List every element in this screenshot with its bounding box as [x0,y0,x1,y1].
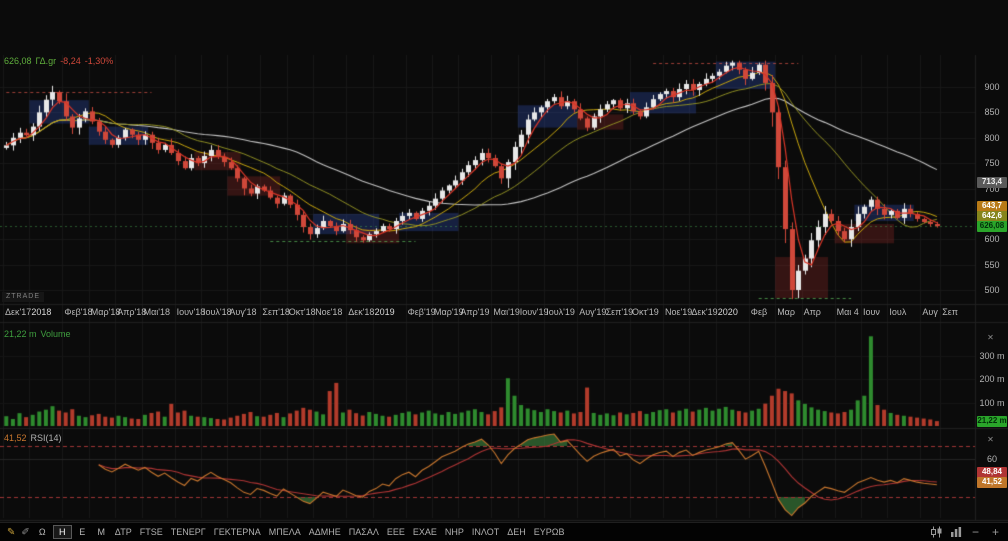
volume-legend: 21,22 m Volume [4,329,75,339]
rsi-legend: 41,52 RSI(14) [4,433,62,443]
timeframe-button-Η[interactable]: Η [52,525,72,539]
volume-value: 21,22 m [4,329,37,339]
bar-chart-icon[interactable] [950,526,962,538]
symbol-legend: 626,08 ΓΔ.gr -8,24 -1,30% [4,56,117,66]
bottom-toolbar: ✎ ✐ Ω Η Ε Μ ΔΤΡ FTSE ΤΕΝΕΡΓ ΓΕΚΤΕΡΝΑ ΜΠΕΛΑ ΑΔΜΗΕ ΠΑΣ… [0,522,1008,541]
symbol-name: ΓΔ.gr [35,56,57,66]
rsi-label: RSI(14) [30,433,62,443]
symbol-button-ΜΠΕΛΑ[interactable]: ΜΠΕΛΑ [265,526,305,538]
rsi-pane-close-button[interactable]: ✕ [985,434,996,445]
symbol-button-FTSE[interactable]: FTSE [136,526,167,538]
rsi-value: 41,52 [4,433,27,443]
timeframe-button-Μ[interactable]: Μ [93,526,110,538]
candlestick-chart-icon[interactable] [930,526,943,538]
symbol-button-ΕΧΑΕ[interactable]: ΕΧΑΕ [409,526,441,538]
chart-canvas[interactable] [0,0,1008,522]
toolbar-right-group: − + [930,525,1004,539]
marker-icon[interactable]: ✐ [21,527,29,538]
symbol-button-ΔΕΗ[interactable]: ΔΕΗ [503,526,530,538]
price-change-pct: -1,30% [84,56,114,66]
close-icon: ✕ [987,435,994,444]
close-icon: ✕ [987,333,994,342]
symbol-button-ΠΑΣΑΛ[interactable]: ΠΑΣΑΛ [345,526,383,538]
zoom-in-button[interactable]: + [989,525,1002,539]
trading-app: ≡ ✎ 900850800750700650600550500300 m200 … [0,0,1008,541]
zoom-out-button[interactable]: − [969,525,982,539]
symbol-button-ΓΕΚΤΕΡΝΑ[interactable]: ΓΕΚΤΕΡΝΑ [210,526,265,538]
timeframe-button-Ε[interactable]: Ε [74,526,91,538]
symbol-button-ΑΔΜΗΕ[interactable]: ΑΔΜΗΕ [305,526,345,538]
volume-pane-close-button[interactable]: ✕ [985,332,996,343]
symbol-button-ΕΥΡΩΒ[interactable]: ΕΥΡΩΒ [530,526,569,538]
price-change: -8,24 [60,56,81,66]
volume-label: Volume [40,329,71,339]
symbol-button-ΤΕΝΕΡΓ[interactable]: ΤΕΝΕΡΓ [167,526,210,538]
last-price-text: 626,08 [4,56,32,66]
symbol-button-ΔΤΡ[interactable]: ΔΤΡ [111,526,136,538]
symbol-button-ΙΝΛΟΤ[interactable]: ΙΝΛΟΤ [468,526,503,538]
platform-watermark: ZTRADE [2,292,44,302]
toolbar-left-group: ✎ ✐ Ω Η Ε Μ ΔΤΡ FTSE ΤΕΝΕΡΓ ΓΕΚΤΕΡΝΑ ΜΠΕΛΑ ΑΔΜΗΕ ΠΑΣ… [4,525,569,539]
pencil-icon[interactable]: ✎ [7,527,15,538]
symbol-button-ΕΕΕ[interactable]: ΕΕΕ [383,526,409,538]
symbol-button-ΝΗΡ[interactable]: ΝΗΡ [441,526,468,538]
timeframe-button-Ω[interactable]: Ω [34,526,51,538]
